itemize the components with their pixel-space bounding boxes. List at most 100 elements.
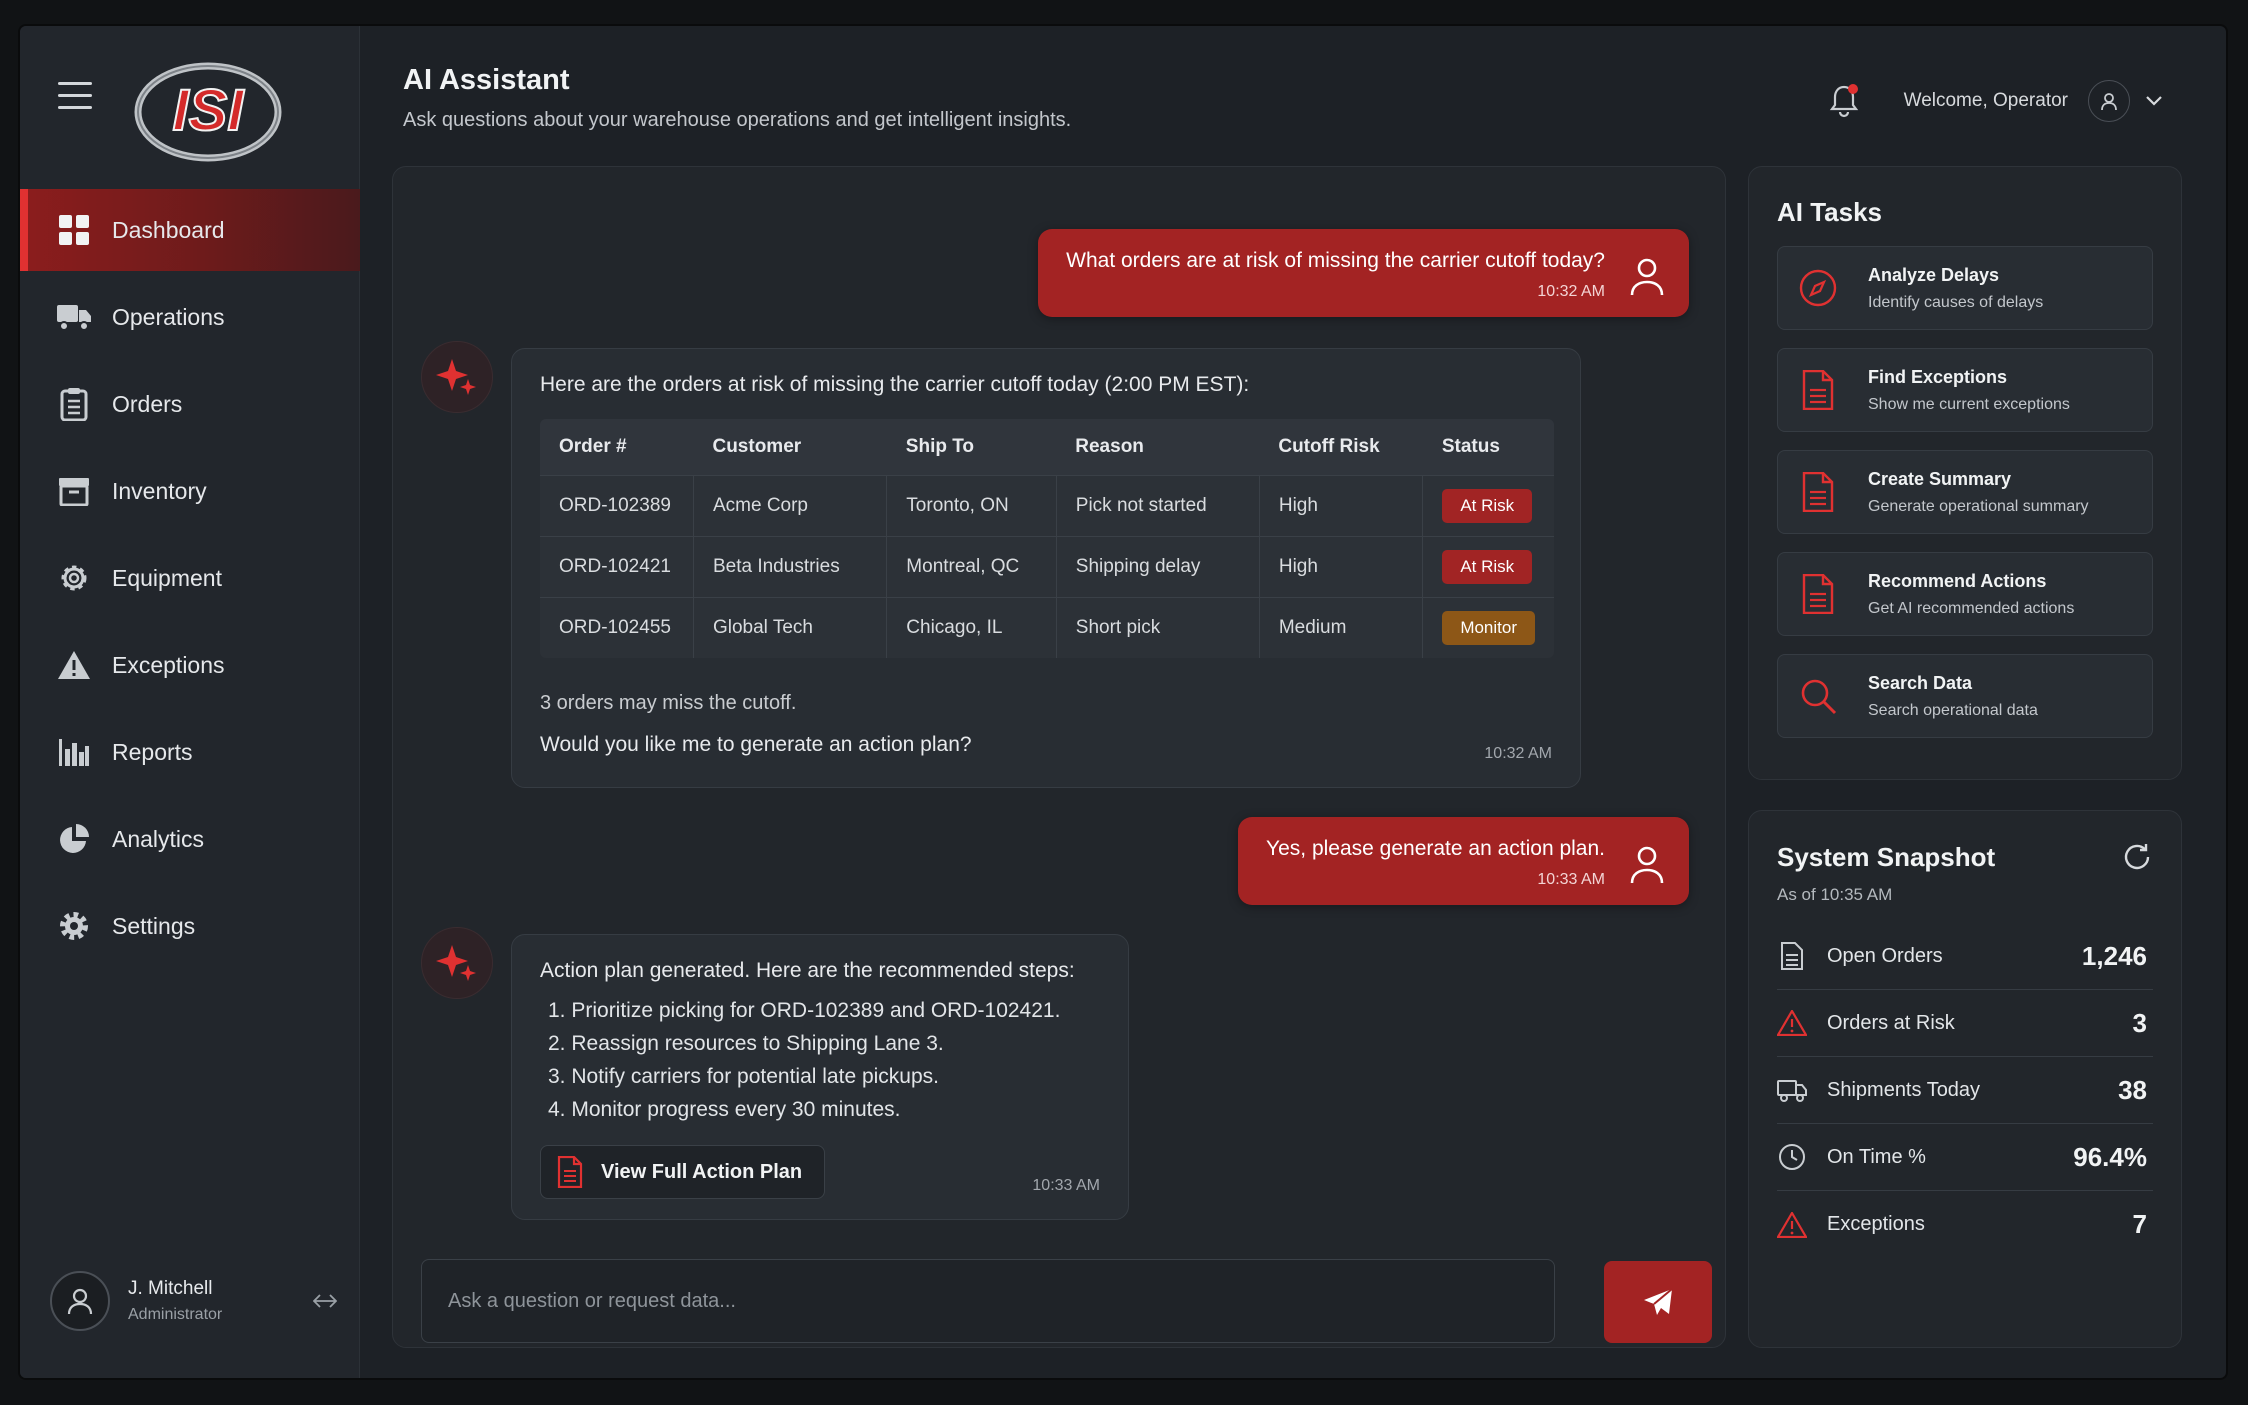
sidebar-item-settings[interactable]: Settings (20, 885, 360, 967)
ship-to: Toronto, ON (886, 474, 1057, 536)
action-steps: 1. Prioritize picking for ORD-102389 and… (540, 999, 1100, 1122)
warning-icon (1777, 1210, 1807, 1240)
sidebar-item-inventory[interactable]: Inventory (20, 450, 360, 532)
task-create-summary[interactable]: Create Summary Generate operational summ… (1777, 450, 2153, 534)
task-subtitle: Get AI recommended actions (1868, 599, 2075, 617)
task-title: Search Data (1868, 672, 1973, 693)
stat-shipments-today: Shipments Today 38 (1777, 1057, 2153, 1124)
message-text: Yes, please generate an action plan. (1266, 837, 1605, 860)
reason: Short pick (1055, 596, 1260, 658)
ai-tasks-panel: AI Tasks Analyze Delays Identify causes … (1748, 166, 2182, 780)
column-header: Order # (540, 419, 694, 475)
status-badge: At Risk (1442, 549, 1533, 584)
notification-bell-icon[interactable] (1824, 81, 1864, 121)
sidebar-item-label: Reports (112, 738, 193, 765)
send-button[interactable] (1604, 1261, 1712, 1343)
header-avatar[interactable] (2088, 80, 2130, 122)
sidebar-item-label: Analytics (112, 825, 205, 852)
bar-chart-icon (56, 734, 92, 770)
chevron-down-icon[interactable] (2142, 89, 2166, 113)
message-time: 10:33 AM (1537, 871, 1605, 888)
task-analyze-delays[interactable]: Analyze Delays Identify causes of delays (1777, 246, 2153, 330)
sidebar-item-equipment[interactable]: Equipment (20, 537, 360, 619)
order-number: ORD-102389 (540, 474, 694, 536)
truck-icon (56, 299, 92, 335)
stat-label: Orders at Risk (1827, 1011, 1955, 1034)
status-badge: Monitor (1442, 610, 1535, 645)
customer: Global Tech (692, 596, 887, 658)
stat-value: 38 (2118, 1074, 2147, 1105)
stat-value: 3 (2132, 1007, 2147, 1038)
list-item: 4. Monitor progress every 30 minutes. (548, 1098, 901, 1121)
compass-icon (1798, 268, 1838, 308)
follow-up-question: Would you like me to generate an action … (540, 733, 972, 756)
chat-composer (421, 1259, 1555, 1343)
task-title: Create Summary (1868, 468, 2012, 489)
order-number: ORD-102455 (540, 596, 694, 658)
table-row[interactable]: ORD-102389 Acme Corp Toronto, ON Pick no… (540, 474, 1554, 536)
dashboard-grid-icon (56, 212, 92, 248)
ship-to: Chicago, IL (886, 596, 1057, 658)
panel-title: AI Tasks (1777, 197, 1883, 227)
sidebar-item-operations[interactable]: Operations (20, 276, 360, 358)
column-header: Status (1422, 419, 1554, 475)
sidebar-item-analytics[interactable]: Analytics (20, 798, 360, 880)
warning-icon (1777, 1008, 1807, 1038)
panel-title: System Snapshot (1777, 841, 1996, 872)
cutoff-risk: High (1258, 535, 1423, 597)
sidebar-item-orders[interactable]: Orders (20, 363, 360, 445)
clipboard-icon (56, 386, 92, 422)
message-time: 10:32 AM (1537, 283, 1605, 300)
sidebar-nav: Dashboard Operations Orders Inventory Eq… (20, 189, 360, 972)
sidebar-item-exceptions[interactable]: Exceptions (20, 624, 360, 706)
status-cell: At Risk (1422, 535, 1554, 597)
user-icon (1630, 258, 1664, 296)
message-time: 10:33 AM (1032, 1177, 1100, 1194)
document-icon (1798, 472, 1838, 512)
column-header: Ship To (886, 419, 1057, 475)
stat-value: 7 (2132, 1209, 2147, 1239)
task-subtitle: Identify causes of delays (1868, 293, 2044, 311)
summary-note: 3 orders may miss the cutoff. (540, 692, 797, 714)
sidebar-item-label: Dashboard (112, 216, 225, 243)
stat-label: Exceptions (1827, 1213, 1925, 1235)
table-row[interactable]: ORD-102421 Beta Industries Montreal, QC … (540, 535, 1554, 597)
chat-input[interactable] (422, 1260, 1554, 1342)
menu-icon[interactable] (58, 82, 92, 110)
task-subtitle: Generate operational summary (1868, 497, 2089, 515)
view-action-plan-button[interactable]: View Full Action Plan (540, 1145, 826, 1199)
cutoff-risk: High (1258, 474, 1423, 536)
document-icon (1798, 370, 1838, 410)
stat-label: Shipments Today (1827, 1078, 1981, 1101)
sidebar-item-dashboard[interactable]: Dashboard (20, 189, 360, 271)
document-icon (557, 1156, 585, 1188)
collapse-arrows-icon[interactable] (310, 1286, 340, 1316)
stats-list: Open Orders 1,246 Orders at Risk 3 Shipm… (1777, 923, 2153, 1258)
user-message: Yes, please generate an action plan. 10:… (1238, 817, 1689, 905)
task-find-exceptions[interactable]: Find Exceptions Show me current exceptio… (1777, 348, 2153, 432)
page-title: AI Assistant (403, 64, 570, 96)
task-subtitle: Show me current exceptions (1868, 395, 2070, 413)
cutoff-risk: Medium (1258, 596, 1423, 658)
refresh-icon[interactable] (2121, 841, 2153, 873)
stat-label: Open Orders (1827, 944, 1943, 967)
page-header: AI Assistant Ask questions about your wa… (403, 64, 1071, 132)
customer: Beta Industries (692, 535, 887, 597)
sidebar: ISI Dashboard Operations Orders Inventor… (20, 26, 360, 1378)
sidebar-item-label: Exceptions (112, 651, 225, 678)
list-item: 3. Notify carriers for potential late pi… (548, 1065, 940, 1088)
table-row[interactable]: ORD-102455 Global Tech Chicago, IL Short… (540, 596, 1554, 658)
svg-text:ISI: ISI (173, 78, 246, 143)
task-title: Analyze Delays (1868, 264, 2000, 285)
user-profile[interactable]: J. Mitchell Administrator (50, 1266, 340, 1336)
task-recommend-actions[interactable]: Recommend Actions Get AI recommended act… (1777, 552, 2153, 636)
task-title: Recommend Actions (1868, 570, 2047, 591)
task-search-data[interactable]: Search Data Search operational data (1777, 654, 2153, 738)
sparkle-icon (436, 359, 476, 395)
ai-avatar (421, 341, 493, 413)
notification-dot (1847, 84, 1858, 94)
stat-open-orders: Open Orders 1,246 (1777, 923, 2153, 990)
sidebar-item-reports[interactable]: Reports (20, 711, 360, 793)
sidebar-item-label: Equipment (112, 564, 222, 591)
ai-avatar (421, 927, 493, 999)
